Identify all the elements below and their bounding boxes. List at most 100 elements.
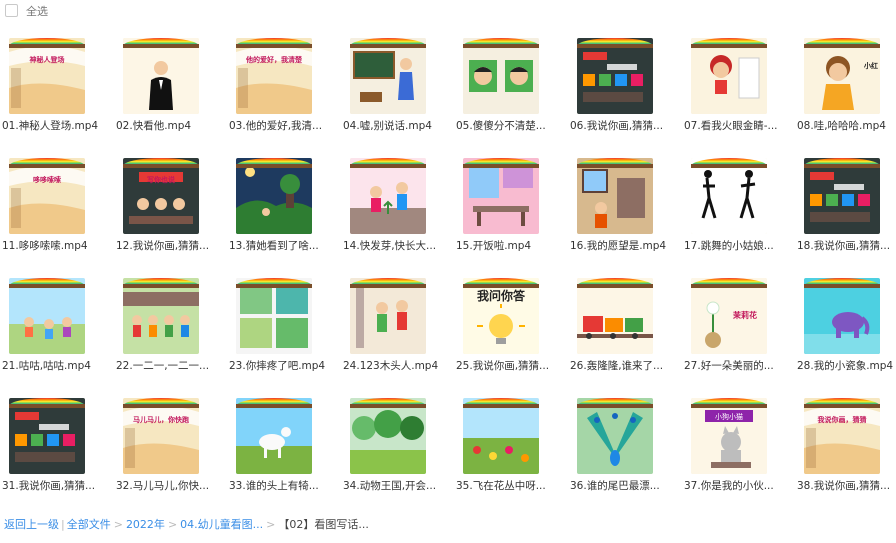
file-tile[interactable]: 24.123木头人.mp4	[341, 270, 453, 374]
file-tile[interactable]: 04.嘘,别说话.mp4	[341, 30, 453, 134]
video-thumbnail[interactable]: 他的爱好，我清楚	[236, 38, 312, 114]
file-tile[interactable]: 他的爱好，我清楚 03.他的爱好,我清...	[227, 30, 339, 134]
back-link[interactable]: 返回上一级	[4, 518, 59, 531]
file-name[interactable]: 38.我说你画,猜猜...	[795, 478, 896, 493]
select-all-checkbox[interactable]	[5, 4, 18, 17]
video-thumbnail[interactable]	[463, 38, 539, 114]
file-name[interactable]: 31.我说你画,猜猜...	[0, 478, 112, 493]
file-name[interactable]: 37.你是我的小伙...	[682, 478, 794, 493]
file-tile[interactable]: 28.我的小瓷象.mp4	[795, 270, 896, 374]
file-tile[interactable]: 34.动物王国,开会...	[341, 390, 453, 494]
parent-folder-link[interactable]: 04.幼儿童看图...	[180, 518, 263, 531]
file-tile[interactable]: 21.咕咕,咕咕.mp4	[0, 270, 112, 374]
file-name[interactable]: 03.他的爱好,我清...	[227, 118, 339, 133]
file-tile[interactable]: 神秘人登场 01.神秘人登场.mp4	[0, 30, 112, 134]
video-thumbnail[interactable]	[236, 278, 312, 354]
video-thumbnail[interactable]: 哆哆嗦嗦	[9, 158, 85, 234]
file-tile[interactable]: 22.一二一,一二一...	[114, 270, 226, 374]
file-tile[interactable]: 35.飞在花丛中呀...	[454, 390, 566, 494]
file-tile[interactable]: 我问你答 25.我说你画,猜猜...	[454, 270, 566, 374]
file-name[interactable]: 17.跳舞的小姑娘...	[682, 238, 794, 253]
file-name[interactable]: 02.快看他.mp4	[114, 118, 226, 133]
all-files-link[interactable]: 全部文件	[67, 518, 111, 531]
video-thumbnail[interactable]: 我说你画，猜猜	[804, 398, 880, 474]
file-tile[interactable]: 马儿马儿，你快跑 32.马儿马儿,你快...	[114, 390, 226, 494]
video-thumbnail[interactable]	[691, 38, 767, 114]
video-thumbnail[interactable]	[463, 158, 539, 234]
file-tile[interactable]: 06.我说你画,猜猜...	[568, 30, 680, 134]
file-tile[interactable]: 31.我说你画,猜猜...	[0, 390, 112, 494]
file-tile[interactable]: 哆哆嗦嗦 11.哆哆嗦嗦.mp4	[0, 150, 112, 254]
video-thumbnail[interactable]	[9, 398, 85, 474]
video-thumbnail[interactable]	[236, 158, 312, 234]
video-thumbnail[interactable]: 神秘人登场	[9, 38, 85, 114]
video-thumbnail[interactable]: 我问你答	[463, 278, 539, 354]
file-name[interactable]: 14.快发芽,快长大...	[341, 238, 453, 253]
video-thumbnail[interactable]: 写你也说	[123, 158, 199, 234]
file-name[interactable]: 04.嘘,别说话.mp4	[341, 118, 453, 133]
file-tile[interactable]: 36.谁的尾巴最漂...	[568, 390, 680, 494]
file-tile[interactable]: 小狗小猫 37.你是我的小伙...	[682, 390, 794, 494]
file-name[interactable]: 36.谁的尾巴最漂...	[568, 478, 680, 493]
year-folder-link[interactable]: 2022年	[126, 518, 165, 531]
file-tile[interactable]: 07.看我火眼金睛-...	[682, 30, 794, 134]
video-thumbnail[interactable]	[804, 158, 880, 234]
file-name[interactable]: 01.神秘人登场.mp4	[0, 118, 112, 133]
video-thumbnail[interactable]	[350, 398, 426, 474]
file-tile[interactable]: 我说你画，猜猜 38.我说你画,猜猜...	[795, 390, 896, 494]
video-thumbnail[interactable]	[577, 398, 653, 474]
file-name[interactable]: 22.一二一,一二一...	[114, 358, 226, 373]
file-name[interactable]: 07.看我火眼金睛-...	[682, 118, 794, 133]
video-thumbnail[interactable]	[691, 158, 767, 234]
file-tile[interactable]: 05.傻傻分不清楚...	[454, 30, 566, 134]
file-name[interactable]: 32.马儿马儿,你快...	[114, 478, 226, 493]
file-name[interactable]: 06.我说你画,猜猜...	[568, 118, 680, 133]
video-thumbnail[interactable]	[350, 158, 426, 234]
file-tile[interactable]: 02.快看他.mp4	[114, 30, 226, 134]
file-tile[interactable]: 16.我的愿望是.mp4	[568, 150, 680, 254]
select-all-label[interactable]: 全选	[26, 3, 48, 19]
file-name[interactable]: 25.我说你画,猜猜...	[454, 358, 566, 373]
file-name[interactable]: 24.123木头人.mp4	[341, 358, 453, 373]
file-name[interactable]: 27.好一朵美丽的...	[682, 358, 794, 373]
file-name[interactable]: 15.开饭啦.mp4	[454, 238, 566, 253]
file-tile[interactable]: 茉莉花 27.好一朵美丽的...	[682, 270, 794, 374]
file-name[interactable]: 28.我的小瓷象.mp4	[795, 358, 896, 373]
file-name[interactable]: 34.动物王国,开会...	[341, 478, 453, 493]
file-tile[interactable]: 写你也说 12.我说你画,猜猜...	[114, 150, 226, 254]
file-name[interactable]: 18.我说你画,猜猜...	[795, 238, 896, 253]
file-name[interactable]: 26.轰隆隆,谁来了...	[568, 358, 680, 373]
video-thumbnail[interactable]	[236, 398, 312, 474]
file-tile[interactable]: 26.轰隆隆,谁来了...	[568, 270, 680, 374]
video-thumbnail[interactable]: 小红	[804, 38, 880, 114]
file-name[interactable]: 13.猜她看到了啥...	[227, 238, 339, 253]
video-thumbnail[interactable]	[123, 278, 199, 354]
file-name[interactable]: 11.哆哆嗦嗦.mp4	[0, 238, 112, 253]
video-thumbnail[interactable]	[577, 278, 653, 354]
video-thumbnail[interactable]: 马儿马儿，你快跑	[123, 398, 199, 474]
file-tile[interactable]: 33.谁的头上有犄...	[227, 390, 339, 494]
video-thumbnail[interactable]	[123, 38, 199, 114]
file-name[interactable]: 35.飞在花丛中呀...	[454, 478, 566, 493]
file-tile[interactable]: 14.快发芽,快长大...	[341, 150, 453, 254]
file-tile[interactable]: 18.我说你画,猜猜...	[795, 150, 896, 254]
file-tile[interactable]: 小红 08.哇,哈哈哈.mp4	[795, 30, 896, 134]
file-tile[interactable]: 17.跳舞的小姑娘...	[682, 150, 794, 254]
file-name[interactable]: 12.我说你画,猜猜...	[114, 238, 226, 253]
video-thumbnail[interactable]	[804, 278, 880, 354]
file-name[interactable]: 05.傻傻分不清楚...	[454, 118, 566, 133]
video-thumbnail[interactable]: 茉莉花	[691, 278, 767, 354]
file-tile[interactable]: 23.你摔疼了吧.mp4	[227, 270, 339, 374]
file-tile[interactable]: 15.开饭啦.mp4	[454, 150, 566, 254]
file-name[interactable]: 33.谁的头上有犄...	[227, 478, 339, 493]
file-name[interactable]: 23.你摔疼了吧.mp4	[227, 358, 339, 373]
file-name[interactable]: 21.咕咕,咕咕.mp4	[0, 358, 112, 373]
file-name[interactable]: 16.我的愿望是.mp4	[568, 238, 680, 253]
video-thumbnail[interactable]	[9, 278, 85, 354]
video-thumbnail[interactable]: 小狗小猫	[691, 398, 767, 474]
file-tile[interactable]: 13.猜她看到了啥...	[227, 150, 339, 254]
video-thumbnail[interactable]	[350, 278, 426, 354]
video-thumbnail[interactable]	[577, 158, 653, 234]
file-name[interactable]: 08.哇,哈哈哈.mp4	[795, 118, 896, 133]
video-thumbnail[interactable]	[463, 398, 539, 474]
